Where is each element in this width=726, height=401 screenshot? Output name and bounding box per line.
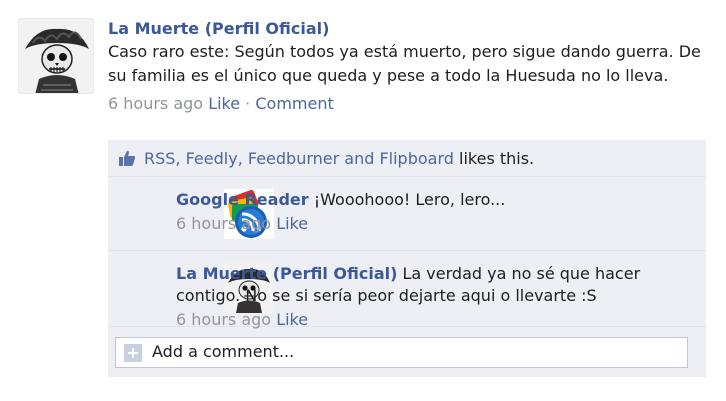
post-timestamp[interactable]: 6 hours ago (108, 94, 203, 113)
plus-icon (124, 344, 142, 362)
avatar[interactable] (18, 18, 94, 94)
facebook-post: La Muerte (Perfil Oficial) Caso raro est… (0, 0, 726, 401)
separator: · (240, 94, 256, 113)
comment-body: Google Reader ¡Wooohooo! Lero, lero... 6… (176, 189, 686, 235)
comment-timestamp[interactable]: 6 hours ago (176, 214, 271, 233)
comment-meta: 6 hours ago Like (176, 213, 686, 235)
comment-like-link[interactable]: Like (276, 214, 308, 233)
add-comment-placeholder: Add a comment... (152, 342, 295, 361)
like-link[interactable]: Like (208, 94, 240, 113)
comment-author[interactable]: Google Reader (176, 190, 309, 209)
catrina-skull-engraving-icon (19, 19, 93, 93)
post-author[interactable]: La Muerte (Perfil Oficial) (108, 18, 708, 40)
comment-body: La Muerte (Perfil Oficial) La verdad ya … (176, 263, 686, 331)
post-text: Caso raro este: Según todos ya está muer… (108, 42, 701, 85)
add-comment-input[interactable]: Add a comment... (115, 337, 688, 368)
likers-link[interactable]: RSS, Feedly, Feedburner and Flipboard (144, 149, 454, 168)
feedback-panel: RSS, Feedly, Feedburner and Flipboard li… (108, 140, 706, 377)
post-meta: 6 hours ago Like · Comment (108, 94, 708, 114)
comment-text: ¡Wooohooo! Lero, lero... (308, 190, 506, 209)
likes-summary: RSS, Feedly, Feedburner and Flipboard li… (108, 140, 706, 177)
comment: Google Reader ¡Wooohooo! Lero, lero... 6… (108, 177, 706, 251)
comment-link[interactable]: Comment (255, 94, 333, 113)
add-comment-row: Add a comment... (108, 327, 706, 377)
thumbs-up-icon (118, 149, 136, 167)
likes-suffix: likes this. (453, 149, 535, 168)
comment: La Muerte (Perfil Oficial) La verdad ya … (108, 251, 706, 329)
post-author-link[interactable]: La Muerte (Perfil Oficial) (108, 19, 329, 38)
comment-author[interactable]: La Muerte (Perfil Oficial) (176, 264, 397, 283)
post-content: La Muerte (Perfil Oficial) Caso raro est… (108, 18, 708, 114)
